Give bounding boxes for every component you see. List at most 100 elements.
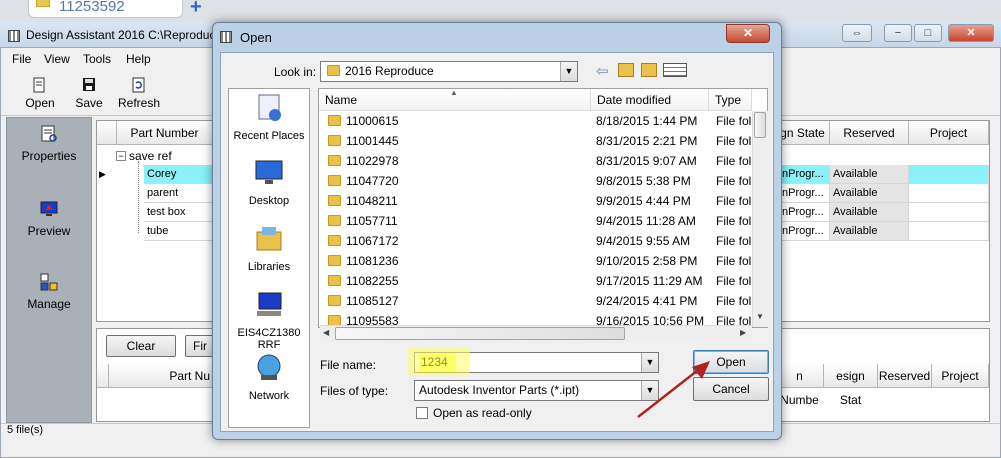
folder-icon <box>328 295 341 306</box>
open-tool-label: Open <box>25 96 55 110</box>
file-name: 11001445 <box>346 134 399 148</box>
row-pointer-icon: ▶ <box>99 169 106 179</box>
window-close-button[interactable]: ✕ <box>948 24 994 42</box>
maximize-button[interactable]: □ <box>914 24 942 42</box>
file-row[interactable]: 11085127 9/24/2015 4:41 PM File fol <box>320 292 752 311</box>
scroll-left-icon[interactable]: ◀ <box>323 328 329 337</box>
place-label: Desktop <box>248 195 290 207</box>
nav-preview[interactable]: Preview <box>6 200 92 238</box>
col-part-number[interactable]: Part Number <box>117 121 213 145</box>
col-reserved[interactable]: Reserved <box>830 121 909 145</box>
clear-button[interactable]: Clear <box>106 335 176 357</box>
horizontal-scroll-thumb[interactable] <box>335 327 625 340</box>
tree-item[interactable]: tube <box>144 222 214 241</box>
file-row[interactable]: 11000615 8/18/2015 1:44 PM File fol <box>320 112 752 131</box>
look-in-dropdown[interactable]: 2016 Reproduce ▼ <box>320 61 578 82</box>
file-type: File fol <box>716 134 752 148</box>
look-in-label: Look in: <box>274 65 317 79</box>
lower-col-design-state[interactable]: esign Stat <box>824 364 878 407</box>
col-type[interactable]: Type <box>709 89 752 111</box>
look-in-value: 2016 Reproduce <box>345 64 434 78</box>
file-date: 9/4/2015 9:55 AM <box>596 234 691 248</box>
tree-item[interactable]: test box <box>144 203 214 222</box>
file-name: 11081236 <box>346 254 399 268</box>
nav-manage[interactable]: Manage <box>6 273 92 311</box>
place-recent-places[interactable]: Recent Places <box>228 93 310 142</box>
col-project[interactable]: Project <box>909 121 989 145</box>
open-tool-button[interactable]: Open <box>20 77 60 110</box>
file-row[interactable]: 11022978 8/31/2015 9:07 AM File fol <box>320 152 752 171</box>
browser-tab[interactable]: 11253592 <box>28 0 183 18</box>
desktop-icon <box>255 160 283 184</box>
file-row[interactable]: 11067172 9/4/2015 9:55 AM File fol <box>320 232 752 251</box>
tree-line <box>138 161 139 233</box>
col-date-modified[interactable]: Date modified <box>591 89 709 111</box>
scroll-down-icon[interactable]: ▼ <box>756 312 764 321</box>
menu-help[interactable]: Help <box>126 52 151 66</box>
file-name-label: File name: <box>320 358 377 372</box>
lower-col-project[interactable]: Project <box>932 364 989 388</box>
file-row[interactable]: 11047720 9/8/2015 5:38 PM File fol <box>320 172 752 191</box>
lower-col-reserved[interactable]: Reserved <box>878 364 932 388</box>
vertical-scrollbar[interactable] <box>752 111 768 327</box>
tree-root[interactable]: save ref <box>129 149 172 163</box>
col-design-state[interactable]: gn State <box>776 121 830 145</box>
file-type: File fol <box>716 154 752 168</box>
tree-expander[interactable]: − <box>116 151 126 161</box>
menu-view[interactable]: View <box>44 52 70 66</box>
project-cell <box>909 203 989 222</box>
up-folder-icon[interactable] <box>618 63 634 77</box>
state-cell: InProgr... <box>776 165 830 184</box>
place-network[interactable]: Network <box>228 353 310 402</box>
file-row[interactable]: 11082255 9/17/2015 11:29 AM File fol <box>320 272 752 291</box>
file-name: 11048211 <box>346 194 398 208</box>
lower-grid-corner <box>97 364 109 388</box>
file-row[interactable]: 11001445 8/31/2015 2:21 PM File fol <box>320 132 752 151</box>
vertical-scroll-thumb[interactable] <box>754 112 766 138</box>
menu-tools[interactable]: Tools <box>83 52 111 66</box>
place-desktop[interactable]: Desktop <box>228 158 310 207</box>
file-row[interactable]: 11048211 9/9/2015 4:44 PM File fol <box>320 192 752 211</box>
place-libraries[interactable]: Libraries <box>228 224 310 273</box>
read-only-checkbox[interactable] <box>416 407 428 419</box>
back-icon[interactable]: ⇦ <box>596 62 609 80</box>
folder-icon <box>328 255 341 266</box>
file-date: 8/31/2015 2:21 PM <box>596 134 698 148</box>
folder-icon <box>328 155 341 166</box>
state-cell: InProgr... <box>776 222 830 241</box>
find-button[interactable]: Fir <box>185 335 215 357</box>
place-computer[interactable]: EIS4CZ1380RRF <box>228 290 310 351</box>
scroll-right-icon[interactable]: ▶ <box>740 328 746 337</box>
save-tool-label: Save <box>75 96 103 110</box>
file-row[interactable]: 11057711 9/4/2015 11:28 AM File fol <box>320 212 752 231</box>
file-type: File fol <box>716 114 752 128</box>
tree-item[interactable]: parent <box>144 184 214 203</box>
app-icon <box>8 30 20 42</box>
window-title: Design Assistant 2016 C:\Reproduc <box>26 28 216 42</box>
view-menu-icon[interactable] <box>663 63 687 77</box>
lower-col-number[interactable]: n Numbe <box>776 364 824 407</box>
dialog-close-button[interactable]: ✕ <box>726 24 770 43</box>
lower-col-part-number[interactable]: Part Nu <box>109 364 215 388</box>
file-type: File fol <box>716 254 752 268</box>
reserved-cell: Available <box>830 203 909 222</box>
menu-file[interactable]: File <box>12 52 31 66</box>
state-cell: InProgr... <box>776 203 830 222</box>
file-row[interactable]: 11081236 9/10/2015 2:58 PM File fol <box>320 252 752 271</box>
restore-button[interactable]: ⇔ <box>842 24 872 42</box>
minimize-button[interactable]: − <box>884 24 912 42</box>
refresh-tool-button[interactable]: Refresh <box>116 77 162 110</box>
new-folder-icon[interactable] <box>641 63 657 77</box>
nav-properties[interactable]: Properties <box>6 125 92 163</box>
folder-icon <box>328 115 341 126</box>
files-of-type-dropdown[interactable]: Autodesk Inventor Parts (*.ipt) ▼ <box>414 380 659 401</box>
network-icon <box>257 354 281 380</box>
file-type: File fol <box>716 214 752 228</box>
save-tool-button[interactable]: Save <box>69 77 109 110</box>
dialog-app-icon <box>220 31 232 43</box>
manage-icon <box>40 273 58 291</box>
tree-item[interactable]: Corey <box>144 165 214 184</box>
file-name: 11067172 <box>346 234 399 248</box>
state-cell: InProgr... <box>776 184 830 203</box>
new-tab-button[interactable]: + <box>190 0 202 19</box>
